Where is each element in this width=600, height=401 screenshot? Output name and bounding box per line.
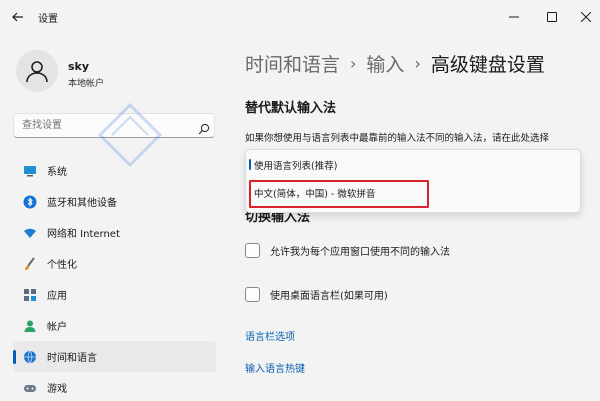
search-icon[interactable] bbox=[198, 120, 210, 135]
checkbox-per-app-input[interactable]: 允许我为每个应用窗口使用不同的输入法 bbox=[245, 243, 450, 258]
minimize-button[interactable] bbox=[500, 6, 528, 28]
highlight-annotation-box bbox=[249, 180, 429, 208]
person-icon bbox=[23, 318, 37, 332]
sidebar-item-network[interactable]: 网络和 Internet bbox=[13, 217, 216, 248]
sidebar-item-apps[interactable]: 应用 bbox=[13, 279, 216, 310]
sidebar-item-label: 网络和 Internet bbox=[47, 229, 120, 240]
checkbox[interactable] bbox=[245, 243, 260, 258]
checkbox-desktop-language-bar[interactable]: 使用桌面语言栏(如果可用) bbox=[245, 287, 388, 302]
sidebar-item-label: 系统 bbox=[47, 167, 67, 178]
active-indicator bbox=[13, 350, 16, 364]
selected-indicator bbox=[249, 159, 251, 170]
checkbox-label: 使用桌面语言栏(如果可用) bbox=[270, 291, 388, 302]
monitor-icon bbox=[23, 163, 37, 177]
sidebar-item-label: 应用 bbox=[47, 291, 67, 302]
language-bar-options-link[interactable]: 语言栏选项 bbox=[245, 328, 295, 343]
sidebar-item-system[interactable]: 系统 bbox=[13, 155, 216, 186]
sidebar-item-bluetooth[interactable]: 蓝牙和其他设备 bbox=[13, 186, 216, 217]
sidebar-nav: 系统 蓝牙和其他设备 网络和 Internet 个性化 应用 帐户 时间和语言 … bbox=[13, 155, 216, 401]
title-bar: 设置 bbox=[0, 0, 600, 34]
sidebar-item-personalization[interactable]: 个性化 bbox=[13, 248, 216, 279]
sidebar-item-accounts[interactable]: 帐户 bbox=[13, 310, 216, 341]
override-input-heading: 替代默认输入法 bbox=[245, 101, 337, 116]
wifi-icon bbox=[23, 225, 37, 239]
breadcrumb-input[interactable]: 输入 bbox=[366, 50, 404, 77]
override-input-description: 如果你想使用与语言列表中最靠前的输入法不同的输入法，请在此处选择 bbox=[245, 133, 550, 144]
sidebar-item-label: 蓝牙和其他设备 bbox=[47, 198, 117, 209]
checkbox[interactable] bbox=[245, 287, 260, 302]
sidebar-item-gaming[interactable]: 游戏 bbox=[13, 372, 216, 401]
globe-clock-icon bbox=[23, 349, 37, 364]
dropdown-option-label: 使用语言列表(推荐) bbox=[254, 161, 338, 172]
apps-icon bbox=[23, 287, 37, 301]
sidebar-item-label: 帐户 bbox=[47, 322, 67, 333]
back-arrow-icon[interactable] bbox=[10, 9, 26, 25]
dropdown-option-language-list[interactable]: 使用语言列表(推荐) bbox=[249, 158, 338, 172]
person-icon bbox=[26, 61, 48, 83]
maximize-button[interactable] bbox=[538, 6, 566, 28]
brush-icon bbox=[23, 256, 37, 270]
sidebar-item-label: 时间和语言 bbox=[47, 353, 97, 364]
bluetooth-icon bbox=[23, 194, 37, 209]
chevron-right-icon: › bbox=[350, 54, 357, 73]
user-name: sky bbox=[68, 60, 90, 73]
sidebar-item-time-language[interactable]: 时间和语言 bbox=[13, 341, 216, 372]
input-language-hotkeys-link[interactable]: 输入语言热键 bbox=[245, 360, 305, 375]
breadcrumb: 时间和语言 › 输入 › 高级键盘设置 bbox=[245, 50, 545, 77]
chevron-right-icon: › bbox=[414, 54, 421, 73]
page-title: 高级键盘设置 bbox=[430, 54, 545, 76]
gamepad-icon bbox=[23, 380, 37, 394]
checkbox-label: 允许我为每个应用窗口使用不同的输入法 bbox=[270, 247, 450, 258]
close-button[interactable] bbox=[572, 6, 600, 28]
sidebar-item-label: 个性化 bbox=[47, 260, 77, 271]
app-title: 设置 bbox=[38, 14, 58, 25]
sidebar-item-label: 游戏 bbox=[47, 384, 67, 395]
avatar[interactable] bbox=[16, 50, 58, 92]
breadcrumb-time-language[interactable]: 时间和语言 bbox=[245, 50, 340, 77]
user-account-type: 本地帐户 bbox=[68, 79, 105, 89]
